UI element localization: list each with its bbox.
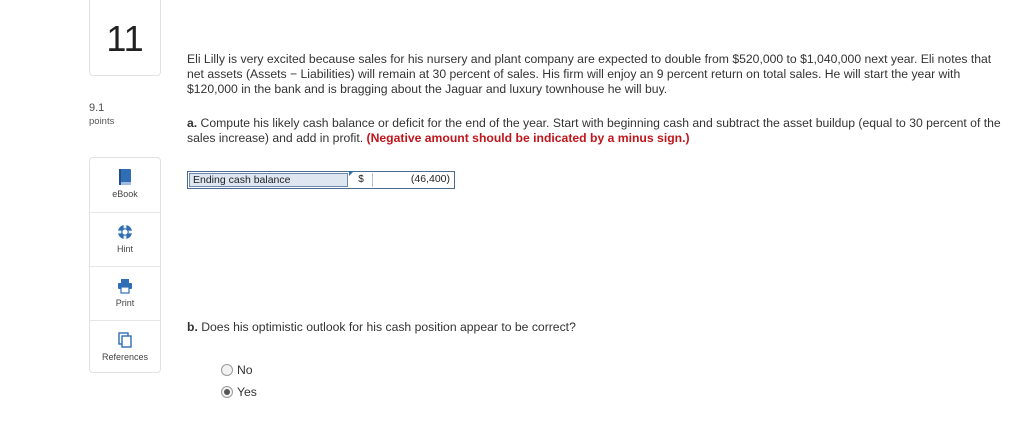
part-b-text: Does his optimistic outlook for his cash… bbox=[197, 320, 576, 334]
print-label: Print bbox=[115, 298, 135, 308]
radio-no[interactable] bbox=[221, 364, 233, 376]
ending-cash-input[interactable]: (46,400) bbox=[372, 173, 453, 187]
points-number: 9.1 bbox=[89, 102, 105, 114]
ebook-label: eBook bbox=[112, 189, 138, 199]
part-b-prompt: b. Does his optimistic outlook for his c… bbox=[187, 320, 576, 335]
radio-yes[interactable] bbox=[221, 386, 233, 398]
question-number: 11 bbox=[89, 0, 161, 76]
answer-label: Ending cash balance bbox=[189, 173, 348, 187]
part-a-prompt: a. Compute his likely cash balance or de… bbox=[187, 116, 1017, 146]
part-a-note: (Negative amount should be indicated by … bbox=[366, 131, 690, 145]
copy-icon bbox=[118, 332, 132, 348]
hint-button[interactable]: Hint bbox=[90, 212, 160, 266]
part-b-prefix: b. bbox=[187, 320, 198, 334]
ebook-button[interactable]: eBook bbox=[90, 158, 160, 212]
printer-icon bbox=[118, 279, 132, 294]
print-button[interactable]: Print bbox=[90, 266, 160, 320]
currency-symbol: $ bbox=[358, 174, 364, 185]
problem-paragraph: Eli Lilly is very excited because sales … bbox=[187, 52, 992, 96]
points-label: points bbox=[89, 116, 115, 127]
book-icon bbox=[119, 169, 131, 185]
option-no-label: No bbox=[237, 363, 253, 377]
points-value: 9.1 points bbox=[89, 102, 114, 128]
hint-label: Hint bbox=[116, 244, 133, 254]
part-a-prefix: a. bbox=[187, 116, 198, 130]
references-label: References bbox=[101, 352, 149, 362]
answer-table: Ending cash balance $ (46,400) bbox=[187, 171, 455, 189]
tools-panel: eBook Hint Print References bbox=[89, 157, 161, 373]
option-yes-label: Yes bbox=[237, 385, 257, 399]
references-button[interactable]: References bbox=[90, 320, 160, 374]
lifebuoy-icon bbox=[118, 225, 132, 239]
